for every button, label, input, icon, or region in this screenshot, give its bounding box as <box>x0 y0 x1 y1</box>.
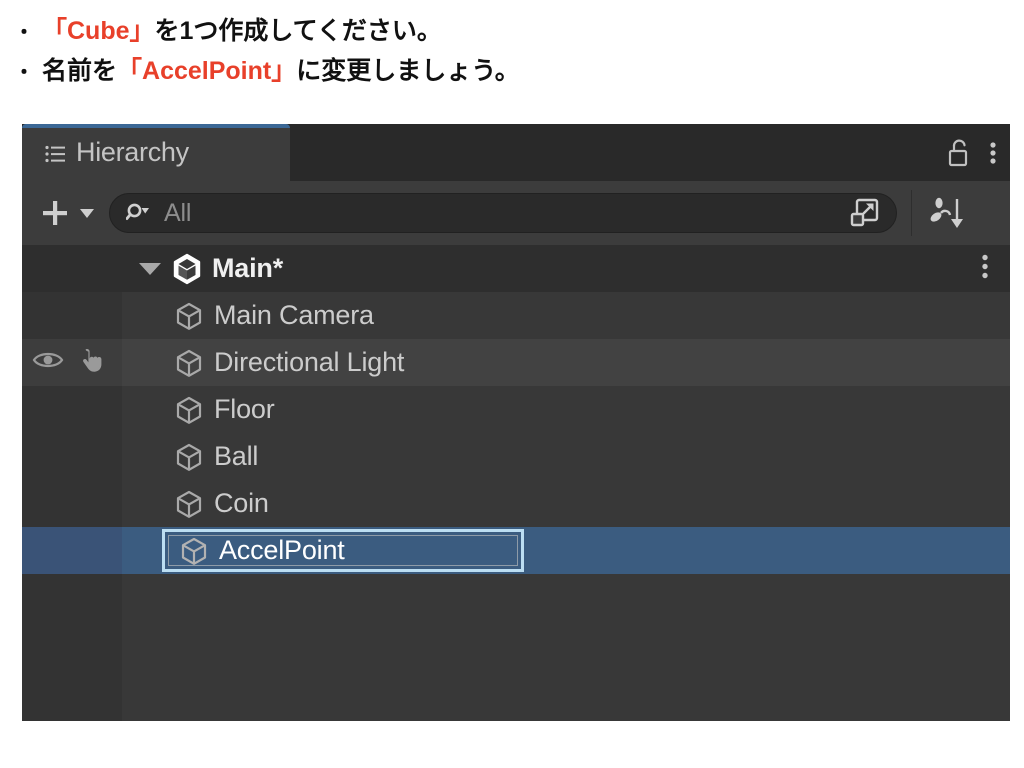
row-body[interactable]: Floor <box>122 386 1010 433</box>
row-gutter <box>22 527 122 574</box>
scene-row-body[interactable]: Main* <box>122 245 1010 292</box>
instruction-2-prefix: 名前を <box>42 57 118 85</box>
scene-row-main[interactable]: Main* <box>22 245 1010 292</box>
toolbar-divider <box>911 190 912 236</box>
instruction-1-highlight: 「Cube」 <box>42 17 155 45</box>
eye-icon[interactable] <box>32 348 66 377</box>
instruction-1-text: を1つ作成してください。 <box>154 17 442 45</box>
bullet-marker-1: ・ <box>14 22 34 44</box>
row-body[interactable]: Coin <box>122 480 1010 527</box>
scene-row-gutter <box>22 245 122 292</box>
panel-tabstrip: Hierarchy <box>22 124 1010 181</box>
row-body[interactable]: AccelPoint <box>122 527 1010 574</box>
hierarchy-list-icon <box>45 145 65 162</box>
hand-pointer-icon[interactable] <box>76 345 106 380</box>
gameobject-cube-icon <box>174 348 204 378</box>
hierarchy-panel: Hierarchy All Main* Main Camera Directio… <box>22 124 1010 721</box>
hierarchy-toolbar: All <box>22 181 1010 245</box>
gameobject-name-label: Directional Light <box>214 347 405 377</box>
search-icon[interactable] <box>126 202 152 224</box>
gameobject-name-label: Ball <box>214 441 259 471</box>
row-body[interactable]: Ball <box>122 433 1010 480</box>
tab-hierarchy-label: Hierarchy <box>76 137 189 167</box>
unity-scene-icon <box>172 253 202 285</box>
plus-icon <box>43 201 67 225</box>
gameobject-name-label: AccelPoint <box>219 535 345 565</box>
alphabetical-sort-descending-icon[interactable] <box>918 181 978 245</box>
instruction-2-highlight: 「AccelPoint」 <box>117 57 297 85</box>
rename-input[interactable]: AccelPoint <box>162 529 524 572</box>
gameobject-cube-icon <box>174 442 204 472</box>
scene-kebab-menu-icon[interactable] <box>980 251 990 286</box>
row-gutter <box>22 292 122 339</box>
row-body[interactable]: Main Camera <box>122 292 1010 339</box>
scene-name-label: Main* <box>212 253 284 283</box>
gameobject-cube-icon <box>174 395 204 425</box>
row-body[interactable]: Directional Light <box>122 339 1010 386</box>
gameobject-cube-icon <box>174 301 204 331</box>
hierarchy-item-accelpoint[interactable]: AccelPoint <box>22 527 1010 574</box>
hierarchy-item-coin[interactable]: Coin <box>22 480 1010 527</box>
gameobject-name-label: Main Camera <box>214 300 374 330</box>
kebab-menu-icon[interactable] <box>988 138 998 168</box>
triangle-down-icon[interactable] <box>136 262 164 275</box>
bullet-marker-2: ・ <box>14 62 34 84</box>
tab-active-accent <box>22 124 290 128</box>
open-in-new-window-icon[interactable] <box>848 196 882 230</box>
instruction-line-1: ・ 「Cube」 を1つ作成してください。 <box>14 12 1024 52</box>
gameobject-name-label: Floor <box>214 394 275 424</box>
row-gutter <box>22 480 122 527</box>
instruction-line-2: ・ 名前を 「AccelPoint」 に変更しましょう。 <box>14 52 1024 92</box>
hierarchy-item-ball[interactable]: Ball <box>22 433 1010 480</box>
tab-hierarchy[interactable]: Hierarchy <box>22 124 290 181</box>
search-input[interactable]: All <box>109 193 897 233</box>
search-placeholder: All <box>164 198 192 227</box>
panel-header-actions <box>946 124 998 181</box>
row-gutter <box>22 386 122 433</box>
gameobject-cube-icon <box>174 489 204 519</box>
instruction-block: ・ 「Cube」 を1つ作成してください。 ・ 名前を 「AccelPoint」… <box>0 0 1024 92</box>
row-gutter <box>22 433 122 480</box>
gameobject-cube-icon <box>179 536 209 566</box>
create-object-button[interactable] <box>40 198 95 228</box>
chevron-down-icon <box>80 209 94 218</box>
hierarchy-item-floor[interactable]: Floor <box>22 386 1010 433</box>
instruction-2-suffix: に変更しましょう。 <box>296 57 520 85</box>
gameobject-name-label: Coin <box>214 488 269 518</box>
hierarchy-list[interactable]: Main* Main Camera Directional Light Floo… <box>22 245 1010 721</box>
lock-icon[interactable] <box>946 138 972 168</box>
row-gutter <box>22 339 122 386</box>
hierarchy-item-directional-light[interactable]: Directional Light <box>22 339 1010 386</box>
hierarchy-item-main-camera[interactable]: Main Camera <box>22 292 1010 339</box>
hierarchy-rows: Main* Main Camera Directional Light Floo… <box>22 245 1010 574</box>
